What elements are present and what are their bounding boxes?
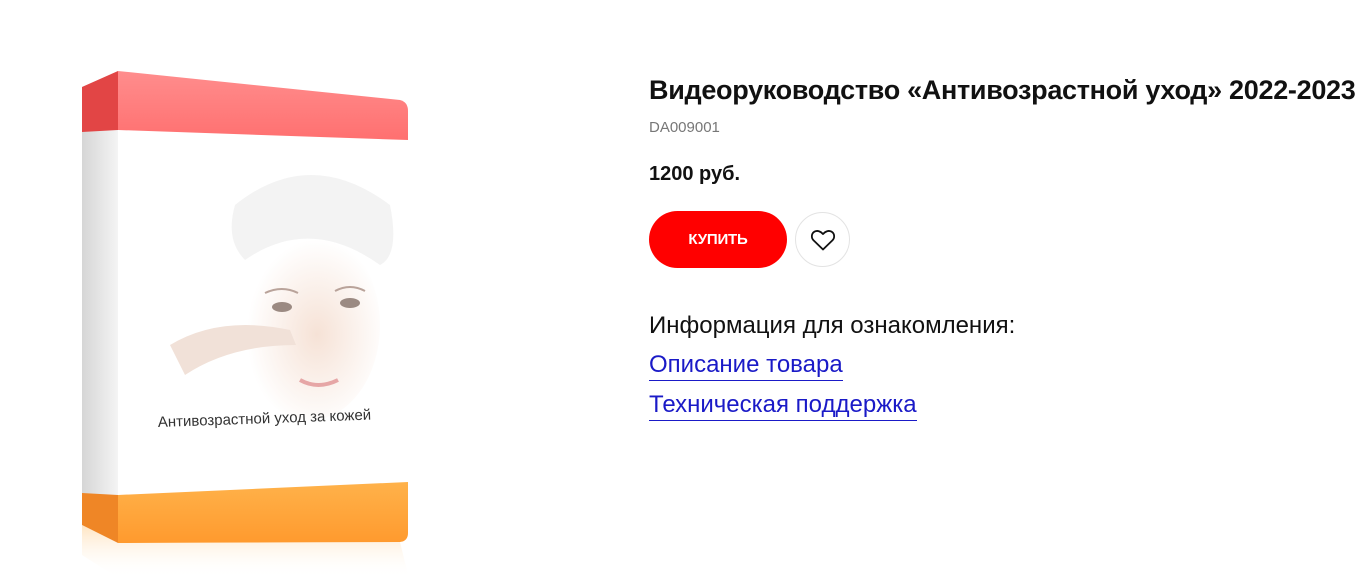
product-sku: DA009001 [649, 119, 720, 136]
product-box-image: Антивозрастной уход за кожей [60, 55, 460, 578]
product-description-link[interactable]: Описание товара [649, 350, 843, 381]
info-links: Описание товара Техническая поддержка [649, 341, 1349, 421]
info-heading: Информация для ознакомления: [649, 312, 1016, 339]
add-to-favorites-button[interactable] [795, 212, 850, 267]
product-price: 1200 руб. [649, 163, 741, 185]
heart-icon [810, 229, 835, 250]
product-actions: КУПИТЬ [649, 211, 1349, 268]
tech-support-link[interactable]: Техническая поддержка [649, 390, 917, 421]
product-title: Видеоруководство «Антивозрастной уход» 2… [649, 75, 1356, 105]
buy-button[interactable]: КУПИТЬ [649, 211, 787, 268]
product-page: Антивозрастной уход за кожей Видеоруково… [0, 0, 1358, 578]
product-info: Видеоруководство «Антивозрастной уход» 2… [649, 70, 1356, 421]
